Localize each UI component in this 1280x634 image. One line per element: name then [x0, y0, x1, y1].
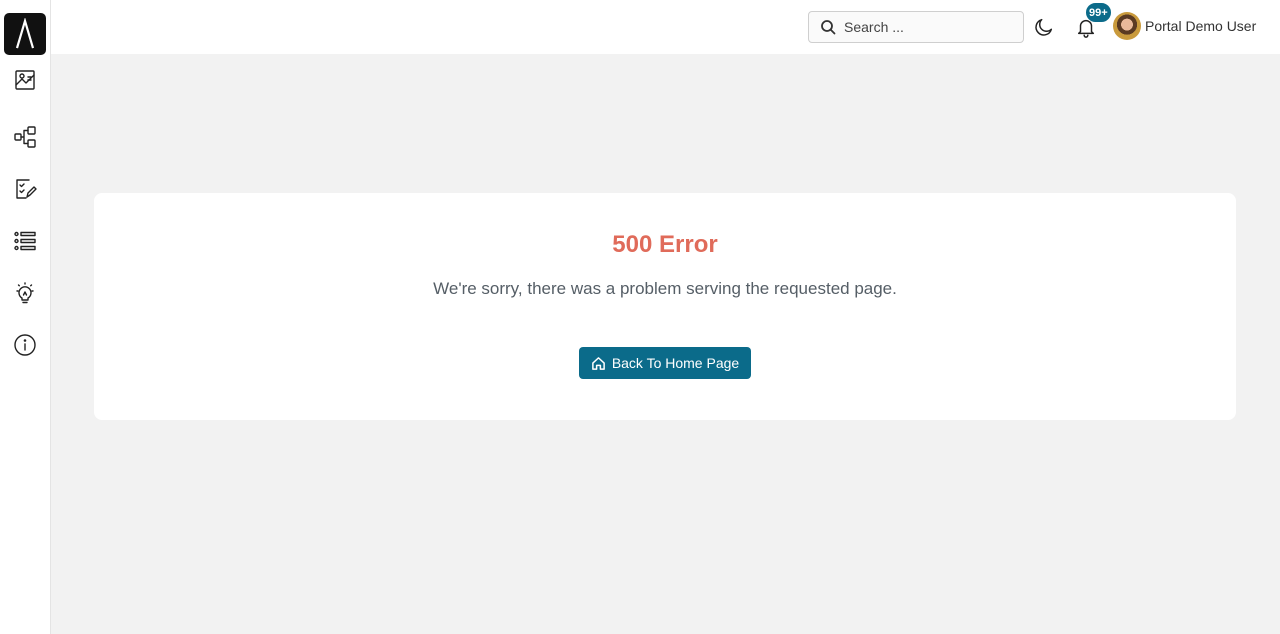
error-title: 500 Error	[612, 231, 718, 258]
list-icon	[14, 231, 36, 251]
moon-icon	[1035, 18, 1053, 36]
top-bar: 99+ Portal Demo User	[51, 0, 1280, 54]
task-edit-icon	[16, 179, 37, 199]
user-menu[interactable]: Portal Demo User	[1113, 12, 1256, 40]
search-box[interactable]	[808, 11, 1024, 43]
dark-mode-toggle[interactable]	[1033, 16, 1055, 38]
search-icon	[820, 19, 836, 35]
logo-lambda-icon	[15, 18, 35, 49]
sidebar-item-workflow[interactable]	[13, 125, 37, 149]
error-message: We're sorry, there was a problem serving…	[433, 279, 897, 298]
sidebar	[0, 0, 51, 634]
analytics-icon	[15, 70, 35, 90]
notification-badge: 99+	[1085, 2, 1112, 23]
sidebar-item-list[interactable]	[13, 229, 37, 253]
logo-icon[interactable]	[4, 13, 46, 55]
search-input[interactable]	[844, 19, 1014, 35]
home-icon	[591, 356, 606, 371]
sidebar-item-task-edit[interactable]	[13, 177, 37, 201]
sidebar-item-info[interactable]	[13, 333, 37, 357]
back-to-home-button[interactable]: Back To Home Page	[579, 347, 751, 379]
avatar	[1113, 12, 1141, 40]
sidebar-item-lightbulb[interactable]	[13, 281, 37, 305]
lightbulb-icon	[16, 282, 34, 304]
sidebar-item-analytics[interactable]	[13, 68, 37, 92]
user-name: Portal Demo User	[1145, 18, 1257, 34]
workflow-icon	[14, 126, 36, 148]
info-icon	[14, 334, 36, 356]
error-card: 500 Error We're sorry, there was a probl…	[94, 193, 1236, 420]
back-to-home-label: Back To Home Page	[611, 355, 740, 371]
